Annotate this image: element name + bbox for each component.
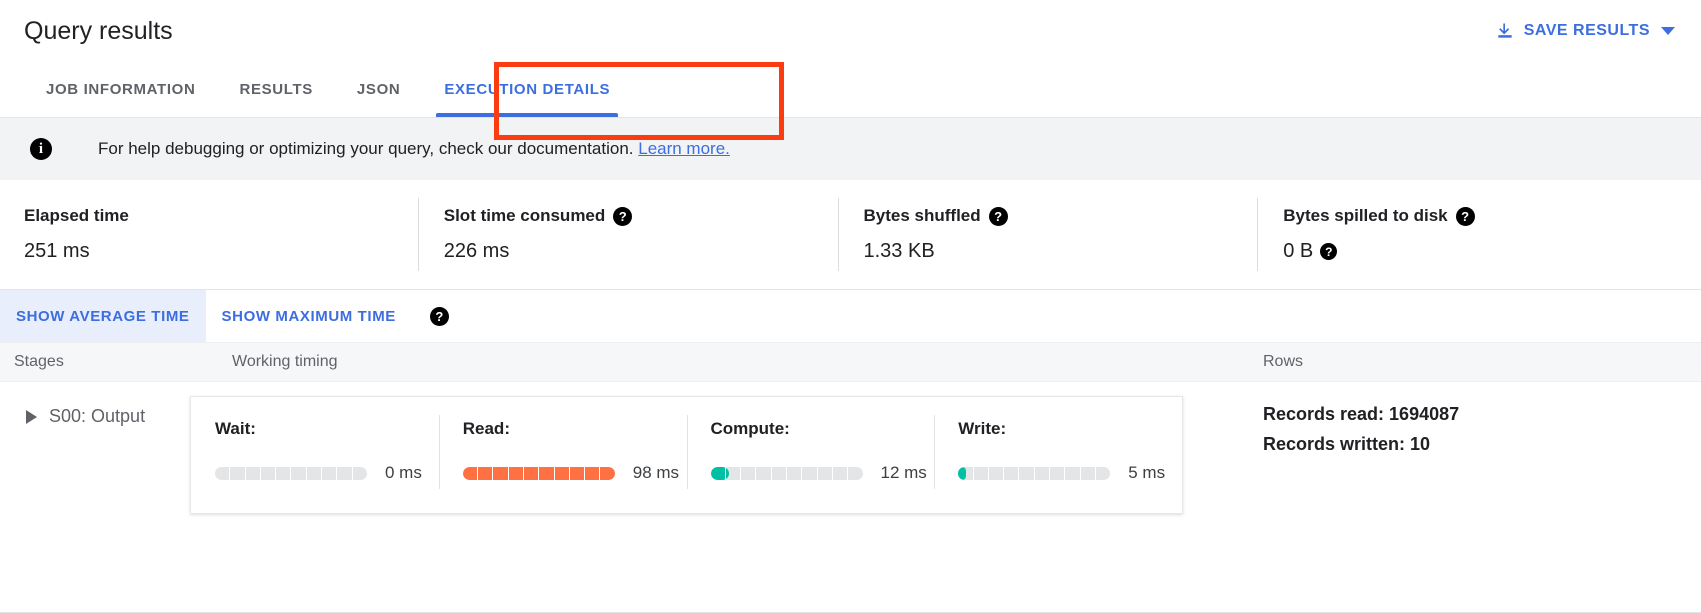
stat-value: 1.33 KB — [864, 240, 1258, 263]
timing-segment-wait: Wait: 0 ms — [191, 419, 439, 483]
bar-ticks — [711, 467, 863, 480]
download-icon — [1495, 21, 1515, 41]
column-header-stages: Stages — [0, 353, 190, 371]
stages-table-header: Stages Working timing Rows — [0, 342, 1701, 382]
wait-progress-bar — [215, 467, 367, 480]
tab-bar: JOB INFORMATION RESULTS JSON EXECUTION D… — [0, 62, 1701, 118]
stats-row: Elapsed time 251 ms Slot time consumed ?… — [0, 180, 1701, 290]
stat-label: Bytes shuffled ? — [864, 206, 1258, 226]
timing-bar-row: 98 ms — [463, 463, 687, 483]
tab-job-information[interactable]: JOB INFORMATION — [24, 62, 217, 117]
read-progress-bar — [463, 467, 615, 480]
stat-value-text: 226 ms — [444, 240, 510, 263]
help-icon[interactable]: ? — [1456, 207, 1475, 226]
stat-value: 0 B ? — [1283, 240, 1677, 263]
stat-elapsed-time: Elapsed time 251 ms — [24, 180, 418, 289]
stat-label-text: Elapsed time — [24, 206, 129, 226]
timing-label: Wait: — [215, 419, 439, 439]
working-timing-card: Wait: 0 ms Read: — [190, 396, 1183, 514]
bar-ticks — [215, 467, 367, 480]
timing-value: 0 ms — [385, 463, 422, 483]
column-header-rows: Rows — [1229, 353, 1701, 371]
timing-value: 5 ms — [1128, 463, 1165, 483]
info-banner-text: For help debugging or optimizing your qu… — [98, 139, 730, 159]
column-header-working-timing: Working timing — [190, 353, 1229, 371]
info-banner-message: For help debugging or optimizing your qu… — [98, 139, 634, 158]
stat-bytes-shuffled: Bytes shuffled ? 1.33 KB — [838, 180, 1258, 289]
write-progress-bar — [958, 467, 1110, 480]
time-mode-toggle-group: SHOW AVERAGE TIME SHOW MAXIMUM TIME ? — [0, 290, 1701, 342]
tab-execution-details[interactable]: EXECUTION DETAILS — [422, 62, 632, 117]
stat-bytes-spilled-to-disk: Bytes spilled to disk ? 0 B ? — [1257, 180, 1677, 289]
stat-value: 226 ms — [444, 240, 838, 263]
page-title: Query results — [24, 17, 173, 46]
stat-label-text: Bytes shuffled — [864, 206, 981, 226]
stat-label-text: Slot time consumed — [444, 206, 606, 226]
compute-progress-bar — [711, 467, 863, 480]
stage-cell[interactable]: S00: Output — [0, 396, 190, 427]
save-results-label: SAVE RESULTS — [1524, 22, 1650, 40]
stat-value-text: 1.33 KB — [864, 240, 935, 263]
toggle-help-wrapper: ? — [412, 290, 467, 342]
toggle-show-average-time[interactable]: SHOW AVERAGE TIME — [0, 290, 206, 342]
stat-label-text: Bytes spilled to disk — [1283, 206, 1447, 226]
stat-label: Slot time consumed ? — [444, 206, 838, 226]
timing-segment-write: Write: 5 ms — [934, 419, 1182, 483]
tab-json[interactable]: JSON — [335, 62, 422, 117]
learn-more-link[interactable]: Learn more. — [638, 139, 730, 158]
help-icon[interactable]: ? — [1320, 243, 1337, 260]
chevron-right-icon[interactable] — [26, 410, 37, 424]
stat-value-text: 0 B — [1283, 240, 1313, 263]
save-results-button[interactable]: SAVE RESULTS — [1495, 21, 1675, 41]
timing-label: Read: — [463, 419, 687, 439]
rows-cell: Records read: 1694087 Records written: 1… — [1229, 396, 1701, 459]
timing-value: 98 ms — [633, 463, 679, 483]
stat-value: 251 ms — [24, 240, 418, 263]
tab-results[interactable]: RESULTS — [217, 62, 334, 117]
table-row: S00: Output Wait: 0 ms Read: — [0, 382, 1701, 514]
bar-ticks — [463, 467, 615, 480]
help-icon[interactable]: ? — [989, 207, 1008, 226]
timing-value: 12 ms — [881, 463, 927, 483]
stat-value-text: 251 ms — [24, 240, 90, 263]
toggle-show-maximum-time[interactable]: SHOW MAXIMUM TIME — [206, 290, 412, 342]
timing-segment-read: Read: 98 ms — [439, 419, 687, 483]
timing-bar-row: 5 ms — [958, 463, 1182, 483]
timing-label: Write: — [958, 419, 1182, 439]
timing-bar-row: 12 ms — [711, 463, 935, 483]
query-results-panel: Query results SAVE RESULTS JOB INFORMATI… — [0, 0, 1701, 613]
stat-label: Bytes spilled to disk ? — [1283, 206, 1677, 226]
help-icon[interactable]: ? — [430, 307, 449, 326]
chevron-down-icon[interactable] — [1661, 27, 1675, 35]
stat-slot-time-consumed: Slot time consumed ? 226 ms — [418, 180, 838, 289]
stat-label: Elapsed time — [24, 206, 418, 226]
timing-label: Compute: — [711, 419, 935, 439]
info-banner: i For help debugging or optimizing your … — [0, 118, 1701, 180]
info-icon: i — [30, 138, 52, 160]
timing-bar-row: 0 ms — [215, 463, 439, 483]
stage-name: S00: Output — [49, 406, 145, 427]
panel-header: Query results SAVE RESULTS — [0, 0, 1701, 62]
help-icon[interactable]: ? — [613, 207, 632, 226]
records-written: Records written: 10 — [1263, 430, 1701, 460]
timing-segment-compute: Compute: 12 ms — [687, 419, 935, 483]
records-read: Records read: 1694087 — [1263, 400, 1701, 430]
bar-ticks — [958, 467, 1110, 480]
